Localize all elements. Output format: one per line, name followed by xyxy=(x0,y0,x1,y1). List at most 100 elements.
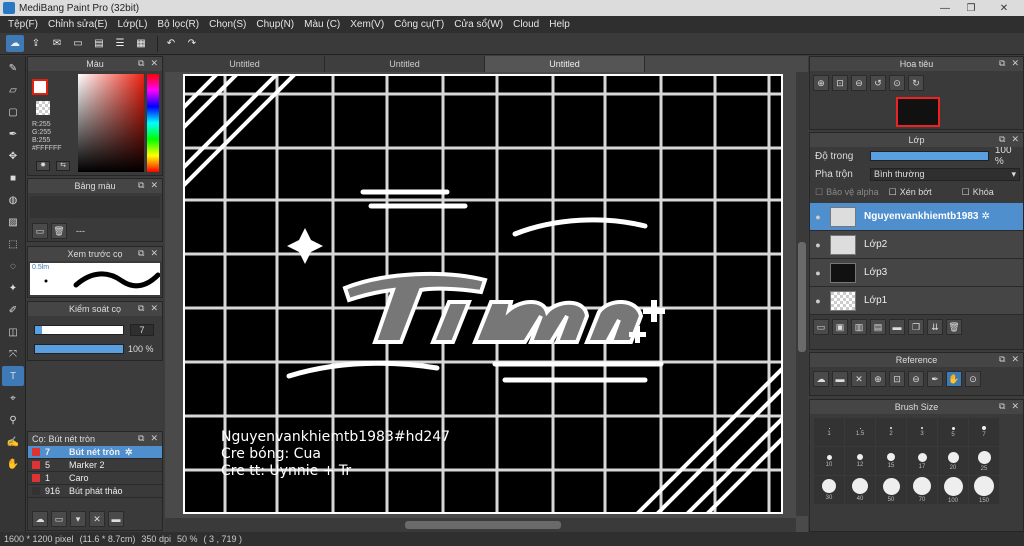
close-panel-icon[interactable]: ✕ xyxy=(1011,134,1019,145)
brush-size-option[interactable]: 25 xyxy=(969,447,999,475)
eyedropper-tool-icon[interactable]: ⚲ xyxy=(2,410,24,430)
menu-select[interactable]: Chọn(S) xyxy=(204,19,251,30)
brush-size-slider[interactable] xyxy=(34,325,124,335)
duplicate-layer-icon[interactable]: ❐ xyxy=(908,319,924,335)
popout-icon[interactable]: ⧉ xyxy=(999,354,1005,365)
layer-row[interactable]: ● Lớp2 xyxy=(810,231,1023,259)
hand-tool-icon[interactable]: ✋ xyxy=(2,454,24,474)
close-panel-icon[interactable]: ✕ xyxy=(150,248,158,259)
rotate-reset-icon[interactable]: ⊙ xyxy=(965,371,981,387)
lasso-tool-icon[interactable]: ◌ xyxy=(2,256,24,276)
brush-item[interactable]: 7 Bút nét tròn ✲ xyxy=(28,446,162,459)
transform-tool-icon[interactable]: ⤧ xyxy=(2,344,24,364)
layer-folder-icon[interactable]: ▬ xyxy=(889,319,905,335)
zoom-out-icon[interactable]: ⊖ xyxy=(851,75,867,91)
rotate-right-icon[interactable]: ↻ xyxy=(908,75,924,91)
close-panel-icon[interactable]: ✕ xyxy=(150,303,158,314)
fill-shape-tool-icon[interactable]: ■ xyxy=(2,168,24,188)
brush-size-option[interactable]: 100 xyxy=(938,476,968,504)
new-1bit-layer-icon[interactable]: ▤ xyxy=(870,319,886,335)
opacity-slider[interactable] xyxy=(34,344,124,354)
layer-row[interactable]: ● Lớp3 xyxy=(810,259,1023,287)
brush-size-option[interactable]: 70 xyxy=(907,476,937,504)
lock-checkbox[interactable]: ☐ xyxy=(962,187,970,198)
hand-icon[interactable]: ✋ xyxy=(946,371,962,387)
layer-opacity-slider[interactable] xyxy=(869,151,989,161)
move-tool-icon[interactable]: ✥ xyxy=(2,146,24,166)
popout-icon[interactable]: ⧉ xyxy=(138,248,144,259)
secondary-color-swatch[interactable] xyxy=(36,101,50,115)
menu-cloud[interactable]: Cloud xyxy=(508,19,544,30)
eyedropper-icon[interactable]: ✒ xyxy=(927,371,943,387)
document-tab[interactable]: Untitled xyxy=(165,56,325,72)
primary-color-swatch[interactable] xyxy=(32,79,48,95)
new-layer-icon[interactable]: ▭ xyxy=(813,319,829,335)
vertical-scrollbar[interactable] xyxy=(796,72,808,516)
close-reference-icon[interactable]: ✕ xyxy=(851,371,867,387)
brush-size-option[interactable]: 5 xyxy=(938,418,968,446)
popout-icon[interactable]: ⧉ xyxy=(138,303,144,314)
close-button[interactable]: ✕ xyxy=(984,0,1024,16)
share-icon[interactable]: ⇪ xyxy=(27,35,45,52)
visibility-icon[interactable]: ● xyxy=(810,268,826,278)
brush-folder-icon[interactable]: ▬ xyxy=(108,511,124,527)
menu-file[interactable]: Tệp(F) xyxy=(3,19,43,30)
brush-size-option[interactable]: 20 xyxy=(938,447,968,475)
brush-size-option[interactable]: 3 xyxy=(907,418,937,446)
brush-size-option[interactable]: 17 xyxy=(907,447,937,475)
close-panel-icon[interactable]: ✕ xyxy=(1011,401,1019,412)
minimize-button[interactable]: — xyxy=(932,0,958,16)
cloud-open-icon[interactable]: ☁ xyxy=(813,371,829,387)
comment-icon[interactable]: ✉ xyxy=(48,35,66,52)
color-mode-button-2[interactable]: ⇆ xyxy=(56,161,70,171)
layer-row[interactable]: ● Nguyenvankhiemtb1983 ✲ xyxy=(810,203,1023,231)
redo-icon[interactable]: ↷ xyxy=(183,35,201,52)
menu-window[interactable]: Cửa sổ(W) xyxy=(449,19,508,30)
close-panel-icon[interactable]: ✕ xyxy=(1011,354,1019,365)
close-panel-icon[interactable]: ✕ xyxy=(150,180,158,191)
merge-layer-icon[interactable]: ⇊ xyxy=(927,319,943,335)
menu-tools[interactable]: Công cụ(T) xyxy=(389,19,449,30)
menu-help[interactable]: Help xyxy=(544,19,575,30)
close-panel-icon[interactable]: ✕ xyxy=(150,433,158,444)
popout-icon[interactable]: ⧉ xyxy=(138,433,144,444)
popout-icon[interactable]: ⧉ xyxy=(138,58,144,69)
document-tab[interactable]: Untitled xyxy=(485,56,645,72)
pen-edit-tool-icon[interactable]: ✍ xyxy=(2,432,24,452)
brush-menu-icon[interactable]: ▾ xyxy=(70,511,86,527)
visibility-icon[interactable]: ● xyxy=(810,296,826,306)
rotate-left-icon[interactable]: ↺ xyxy=(870,75,886,91)
list-icon[interactable]: ☰ xyxy=(111,35,129,52)
brush-size-option[interactable]: 15 xyxy=(876,447,906,475)
delete-brush-icon[interactable]: ✕ xyxy=(89,511,105,527)
new-halftone-layer-icon[interactable]: ▣ xyxy=(832,319,848,335)
select-eraser-tool-icon[interactable]: ◫ xyxy=(2,322,24,342)
clipping-checkbox[interactable]: ☐ xyxy=(889,187,897,198)
brush-size-option[interactable]: 1 xyxy=(814,418,844,446)
open-reference-icon[interactable]: ▬ xyxy=(832,371,848,387)
brush-item[interactable]: 916 Bút phát thảo xyxy=(28,485,162,498)
eraser-tool-icon[interactable]: ▱ xyxy=(2,80,24,100)
brush-size-option[interactable]: 2 xyxy=(876,418,906,446)
navigator-thumbnail[interactable] xyxy=(896,97,940,127)
new-file-icon[interactable]: ▭ xyxy=(69,35,87,52)
popout-icon[interactable]: ⧉ xyxy=(999,58,1005,69)
add-brush-icon[interactable]: ☁ xyxy=(32,511,48,527)
new-brush-icon[interactable]: ▭ xyxy=(51,511,67,527)
zoom-fit-icon[interactable]: ⊡ xyxy=(832,75,848,91)
brush-size-option[interactable]: 150 xyxy=(969,476,999,504)
zoom-in-icon[interactable]: ⊕ xyxy=(870,371,886,387)
horizontal-scrollbar[interactable] xyxy=(165,518,796,532)
new-8bit-layer-icon[interactable]: ▥ xyxy=(851,319,867,335)
visibility-icon[interactable]: ● xyxy=(810,212,826,222)
layer-row[interactable]: ● Lớp1 xyxy=(810,287,1023,315)
gradient-tool-icon[interactable]: ▨ xyxy=(2,212,24,232)
rectangle-tool-icon[interactable]: ▢ xyxy=(2,102,24,122)
zoom-out-icon[interactable]: ⊖ xyxy=(908,371,924,387)
menu-snap[interactable]: Chụp(N) xyxy=(251,19,299,30)
brush-item[interactable]: 5 Marker 2 xyxy=(28,459,162,472)
zoom-in-icon[interactable]: ⊕ xyxy=(813,75,829,91)
close-panel-icon[interactable]: ✕ xyxy=(150,58,158,69)
add-palette-icon[interactable]: ▭ xyxy=(32,223,48,239)
cloud-icon[interactable]: ☁ xyxy=(6,35,24,52)
